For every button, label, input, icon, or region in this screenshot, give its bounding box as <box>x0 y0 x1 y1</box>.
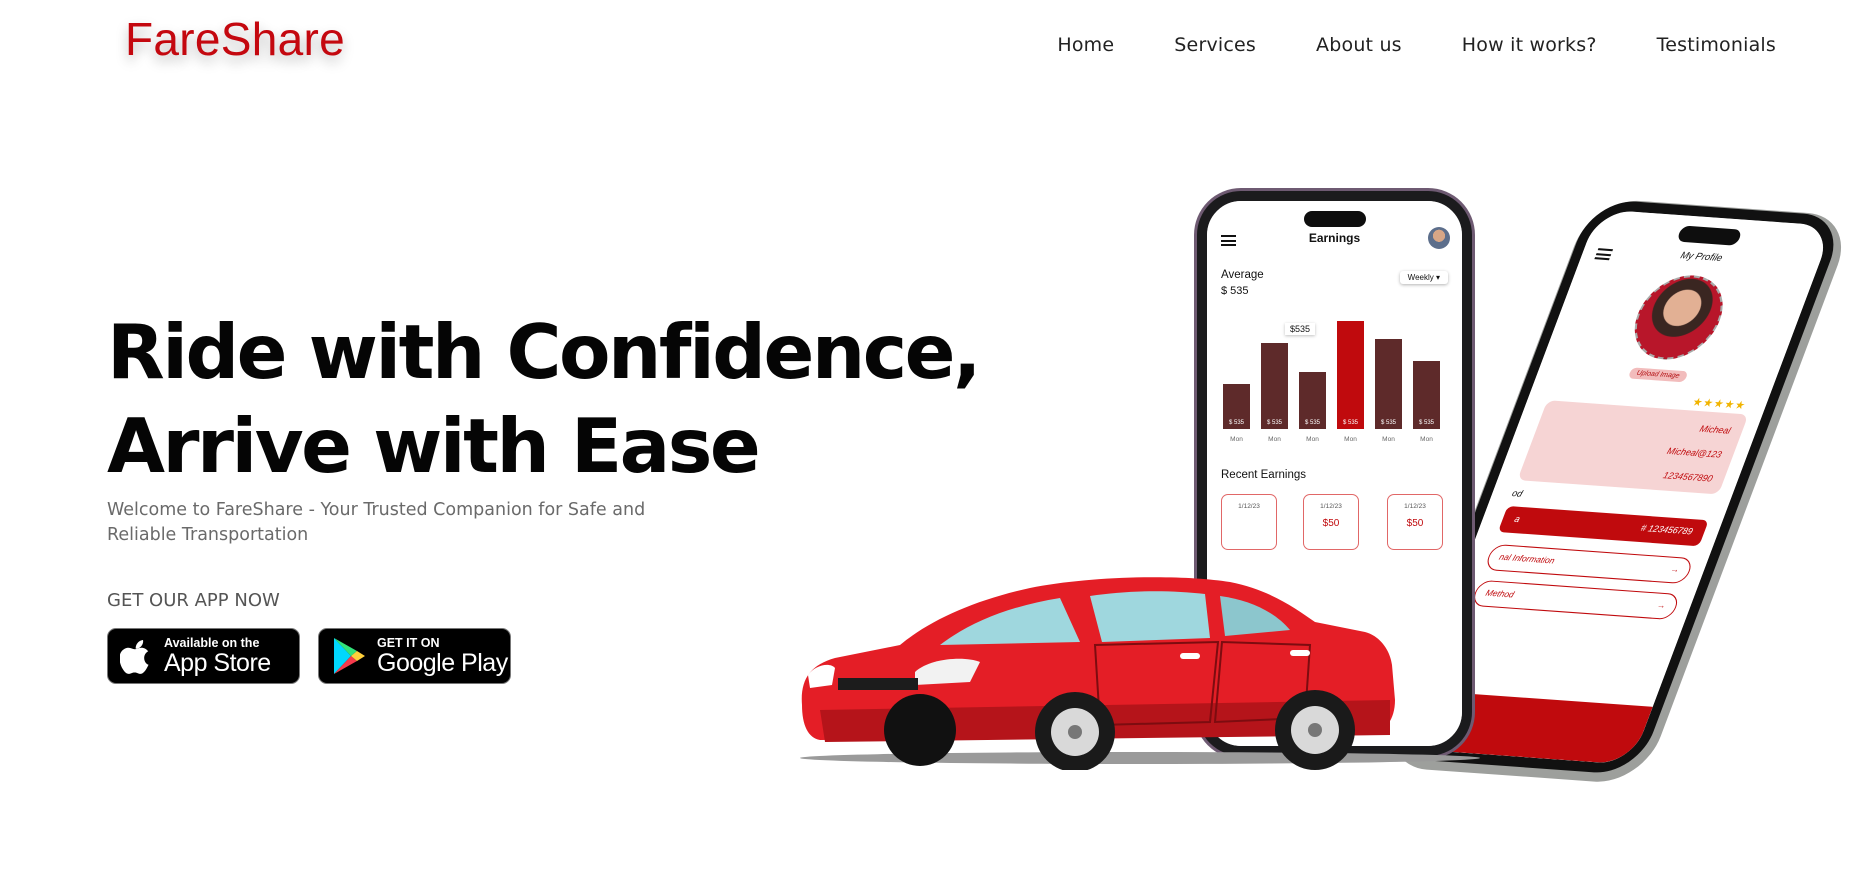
chart-bar-value-label: $ 535 <box>1304 420 1320 426</box>
average-label: Average <box>1221 269 1264 281</box>
app-store-small-label: Available on the <box>164 635 260 650</box>
app-store-button[interactable]: Available on the App Store <box>107 628 300 684</box>
dynamic-island <box>1676 225 1743 246</box>
period-dropdown: Weekly ▾ <box>1399 271 1448 284</box>
profile-password: Micheal@123 <box>1665 445 1724 460</box>
upload-image-button: Upload Image <box>1627 367 1689 383</box>
hero-title-line-2: Arrive with Ease <box>107 402 761 490</box>
chart-bar-value-label: $ 535 <box>1342 420 1358 426</box>
chart-bar-value-label: $ 535 <box>1266 420 1282 426</box>
google-play-button[interactable]: GET IT ON Google Play <box>318 628 511 684</box>
main-nav: Home Services About us How it works? Tes… <box>1057 34 1776 56</box>
get-app-heading: GET OUR APP NOW <box>107 590 280 611</box>
chart-day-label: Mon <box>1382 436 1395 443</box>
recent-earnings-label: Recent Earnings <box>1221 469 1307 481</box>
google-play-label: Google Play <box>377 648 508 677</box>
nav-services[interactable]: Services <box>1174 34 1256 56</box>
payment-section-label: od <box>1510 488 1525 499</box>
personal-info-button: nal Information → <box>1483 543 1695 585</box>
payment-card-bar: a # 123456789 <box>1497 505 1709 547</box>
payment-card-number: # 123456789 <box>1639 522 1695 537</box>
hero-illustration: My Profile Upload Image ★★★★★ Micheal Mi… <box>790 185 1847 785</box>
google-play-small-label: GET IT ON <box>377 635 440 650</box>
profile-details-card: Micheal Micheal@123 1234567890 <box>1517 400 1749 495</box>
nav-testimonials[interactable]: Testimonials <box>1657 34 1776 56</box>
recent-earning-card: 1/12/23 <box>1221 494 1277 550</box>
avatar <box>1428 227 1450 249</box>
nav-about-us[interactable]: About us <box>1316 34 1402 56</box>
chart-day-label: Mon <box>1230 436 1243 443</box>
chart-bar <box>1337 321 1364 429</box>
profile-photo <box>1621 272 1736 363</box>
chart-bar <box>1413 360 1440 429</box>
chart-bar-value-label: $ 535 <box>1380 420 1396 426</box>
app-store-label: App Store <box>164 648 271 677</box>
chart-day-label: Mon <box>1420 436 1433 443</box>
chart-tooltip: $535 <box>1285 323 1316 335</box>
earnings-title: Earnings <box>1308 231 1361 245</box>
red-car-illustration <box>800 577 1480 770</box>
profile-phone: 1234567890 <box>1661 470 1715 484</box>
recent-earning-card: 1/12/23 $50 <box>1387 494 1443 550</box>
chart-day-label: Mon <box>1268 436 1281 443</box>
chart-bar-value-label: $ 535 <box>1418 420 1434 426</box>
hero-subtitle: Welcome to FareShare - Your Trusted Comp… <box>107 500 646 545</box>
chart-day-label: Mon <box>1344 436 1357 443</box>
google-play-icon <box>334 638 365 674</box>
rating-stars: ★★★★★ <box>1690 396 1748 413</box>
nav-home[interactable]: Home <box>1057 34 1114 56</box>
earnings-bar-chart: $535 $ 535 Mon $ 535 Mon $ 535 Mon $ 535 Mon $ 5… <box>1223 301 1443 451</box>
dynamic-island <box>1303 211 1366 227</box>
payment-card-partial: a <box>1512 513 1522 525</box>
payment-method-button: Method → <box>1470 579 1682 621</box>
nav-how-it-works[interactable]: How it works? <box>1462 34 1597 56</box>
chart-day-label: Mon <box>1306 436 1319 443</box>
chart-bar <box>1375 339 1402 429</box>
chart-bar-value-label: $ 535 <box>1228 420 1244 426</box>
chart-bar <box>1261 342 1288 429</box>
recent-earning-card: 1/12/23 $50 <box>1303 494 1359 550</box>
profile-title: My Profile <box>1678 250 1725 265</box>
apple-icon <box>120 640 149 674</box>
brand-logo[interactable]: FareShare <box>125 12 345 66</box>
average-value: $ 535 <box>1221 285 1249 297</box>
profile-name: Micheal <box>1698 423 1733 436</box>
